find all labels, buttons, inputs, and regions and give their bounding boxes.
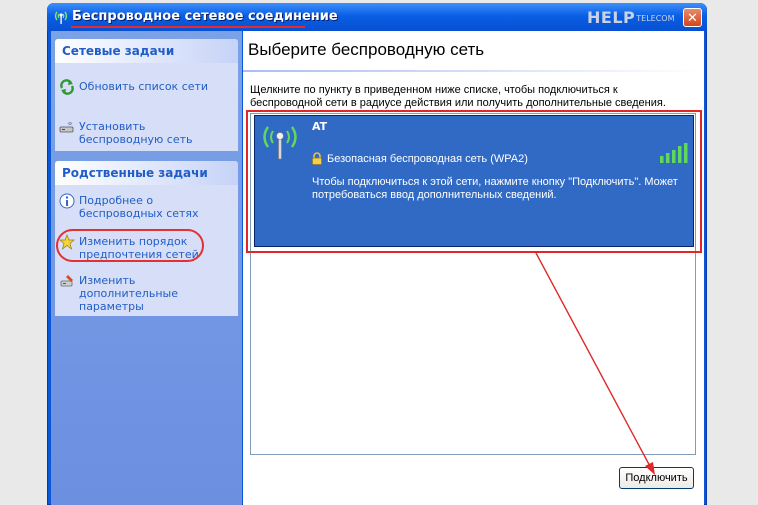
- refresh-icon: [60, 79, 74, 95]
- network-name: AT: [312, 120, 328, 133]
- related-tasks-title: Родственные задачи: [55, 161, 238, 185]
- lock-icon: [312, 152, 322, 165]
- title-annotation-underline: [71, 26, 305, 28]
- title-bar[interactable]: Беспроводное сетевое соединение HELP TEL…: [47, 3, 707, 31]
- network-tasks-title: Сетевые задачи: [55, 39, 238, 63]
- close-icon: ✕: [687, 11, 698, 26]
- network-security: Безопасная беспроводная сеть (WPA2): [327, 153, 528, 165]
- connect-button[interactable]: Подключить: [619, 467, 694, 489]
- star-icon: [59, 234, 75, 250]
- task-sidebar: Сетевые задачи Обновить список сети Уста…: [51, 31, 242, 505]
- task-learn-more-label: Подробнее о беспроводных сетях: [79, 194, 199, 220]
- task-advanced-label: Изменить дополнительные параметры: [79, 274, 178, 313]
- wireless-setup-icon: [59, 122, 74, 133]
- task-setup-label: Установить беспроводную сеть: [79, 120, 193, 146]
- heading-separator: [243, 70, 704, 72]
- instruction-text: Щелкните по пункту в приведенном ниже сп…: [250, 84, 666, 109]
- watermark: HELP TELECOM: [587, 8, 675, 26]
- wireless-antenna-icon: [263, 126, 297, 160]
- window-title: Беспроводное сетевое соединение: [72, 9, 338, 24]
- signal-strength-icon: [660, 143, 688, 163]
- wireless-icon: [54, 11, 68, 24]
- close-button[interactable]: ✕: [683, 8, 702, 27]
- watermark-suffix: TELECOM: [636, 14, 675, 23]
- page-title: Выберите беспроводную сеть: [248, 40, 485, 59]
- task-change-order-label: Изменить порядок предпочтения сетей: [79, 235, 199, 261]
- settings-icon: [60, 275, 73, 287]
- watermark-brand: HELP: [587, 8, 636, 27]
- network-hint: Чтобы подключиться к этой сети, нажмите …: [312, 176, 678, 201]
- info-icon: [59, 193, 75, 209]
- task-refresh-label: Обновить список сети: [79, 80, 209, 93]
